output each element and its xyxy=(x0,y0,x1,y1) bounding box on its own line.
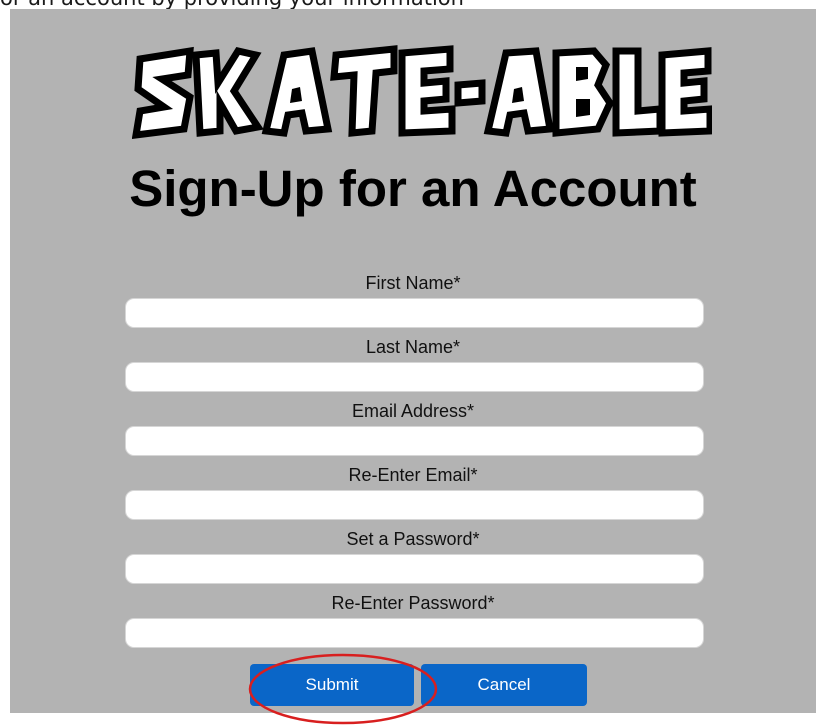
email-address-label: Email Address* xyxy=(351,401,475,421)
first-name-field[interactable] xyxy=(125,298,704,328)
highlight-ellipse-annotation xyxy=(248,653,438,725)
re-enter-email-field[interactable] xyxy=(125,490,704,520)
set-password-label: Set a Password* xyxy=(346,529,480,549)
page-title: Sign-Up for an Account xyxy=(129,160,697,217)
skateable-logo xyxy=(132,45,712,140)
set-password-field[interactable] xyxy=(125,554,704,584)
signup-panel: Sign-Up for an Account First Name* Last … xyxy=(10,9,816,725)
last-name-label: Last Name* xyxy=(365,337,461,357)
re-enter-email-label: Re-Enter Email* xyxy=(348,465,478,485)
cancel-button[interactable]: Cancel xyxy=(421,664,587,706)
first-name-label: First Name* xyxy=(365,273,461,293)
email-address-field[interactable] xyxy=(125,426,704,456)
last-name-field[interactable] xyxy=(125,362,704,392)
re-enter-password-label: Re-Enter Password* xyxy=(331,593,495,613)
re-enter-password-field[interactable] xyxy=(125,618,704,648)
